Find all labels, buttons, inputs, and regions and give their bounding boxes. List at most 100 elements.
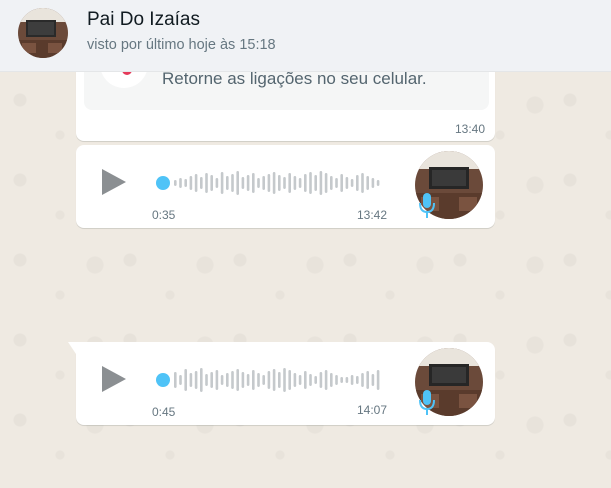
waveform-bar	[350, 375, 354, 385]
waveform-bar	[241, 177, 245, 189]
waveform-bar	[376, 370, 380, 390]
waveform-bar	[262, 176, 265, 190]
waveform-bar	[278, 175, 281, 191]
waveform-bar	[272, 369, 276, 391]
bubble-tail	[68, 342, 76, 354]
waveform-bar	[231, 174, 234, 192]
call-notice-text: Retorne as ligações no seu celular.	[162, 69, 427, 88]
audio-duration: 0:35	[152, 208, 176, 222]
waveform-bar	[340, 377, 343, 383]
waveform-bar	[356, 175, 359, 191]
waveform-bar	[210, 175, 213, 191]
waveform-bar	[309, 374, 312, 386]
waveform-bar	[350, 179, 354, 187]
voice-message-bubble[interactable]: 0:45 14:07	[68, 342, 495, 425]
waveform-bar	[257, 178, 260, 188]
waveform-bar	[283, 368, 286, 392]
play-icon[interactable]	[102, 169, 126, 195]
waveform-bar	[184, 179, 187, 187]
waveform-bar	[220, 172, 224, 194]
waveform-bar	[288, 370, 291, 390]
audio-duration: 0:45	[152, 405, 176, 419]
waveform-bar	[174, 180, 177, 186]
waveform-bar	[262, 375, 265, 385]
waveform-bar	[194, 174, 198, 192]
waveform-bar	[205, 173, 208, 193]
waveform-bar	[335, 178, 338, 188]
message-time: 13:42	[357, 208, 388, 222]
waveform-bar	[298, 178, 302, 188]
waveform-bar	[371, 374, 375, 386]
waveform-bar	[200, 368, 203, 392]
waveform-bar	[184, 369, 187, 391]
waveform-bar	[194, 371, 198, 389]
waveform-bar	[324, 173, 328, 193]
waveform-bar	[215, 370, 219, 390]
waveform-bar	[246, 175, 250, 191]
waveform-bar	[366, 176, 369, 190]
waveform-bar	[236, 369, 239, 391]
waveform-bar	[189, 373, 193, 387]
waveform-bar	[241, 372, 245, 388]
last-seen-status: visto por último hoje às 15:18	[87, 37, 276, 53]
waveform-bar	[314, 376, 317, 384]
waveform-bar	[330, 373, 333, 387]
audio-progress-handle[interactable]	[156, 373, 170, 387]
waveform[interactable]	[174, 167, 384, 199]
waveform-bar	[252, 370, 255, 390]
waveform-bar	[267, 174, 271, 192]
waveform-bar	[298, 375, 302, 385]
waveform-bar	[226, 373, 229, 387]
waveform-bar	[345, 377, 349, 383]
waveform-bar	[246, 374, 250, 386]
waveform-bar	[376, 180, 380, 186]
waveform-bar	[189, 176, 193, 190]
waveform-bar	[236, 171, 239, 195]
waveform-bar	[179, 178, 182, 188]
waveform-bar	[345, 177, 349, 189]
contact-name[interactable]: Pai Do Izaías	[87, 9, 200, 31]
waveform-bar	[293, 176, 297, 190]
waveform-bar	[272, 172, 276, 194]
waveform-bar	[361, 373, 364, 387]
waveform-bar	[335, 375, 338, 385]
waveform-bar	[371, 178, 375, 188]
waveform-bar	[252, 173, 255, 193]
waveform-bar	[215, 178, 219, 188]
waveform-bar	[267, 371, 271, 389]
chat-header[interactable]: Pai Do Izaías visto por último hoje às 1…	[0, 0, 611, 72]
waveform-bar	[314, 175, 317, 191]
waveform-bar	[231, 371, 234, 389]
waveform-bar	[319, 171, 323, 195]
waveform-bar	[304, 174, 307, 192]
message-time: 14:07	[357, 403, 388, 417]
waveform-bar	[179, 375, 182, 385]
waveform-bar	[309, 172, 312, 194]
waveform-bar	[330, 176, 333, 190]
waveform-bar	[210, 372, 213, 388]
waveform-bar	[366, 371, 369, 389]
waveform-bar	[283, 177, 286, 189]
avatar[interactable]	[18, 8, 68, 58]
mic-icon	[419, 193, 435, 218]
waveform[interactable]	[174, 364, 384, 396]
message-time: 13:40	[455, 122, 486, 136]
waveform-bar	[278, 372, 281, 388]
waveform-bar	[288, 173, 291, 193]
waveform-bar	[257, 373, 260, 387]
waveform-bar	[200, 177, 203, 189]
waveform-bar	[319, 372, 323, 388]
waveform-bar	[174, 372, 177, 388]
waveform-bar	[356, 376, 359, 384]
waveform-bar	[361, 173, 364, 193]
waveform-bar	[340, 174, 343, 192]
waveform-bar	[304, 371, 307, 389]
waveform-bar	[220, 375, 224, 385]
audio-progress-handle[interactable]	[156, 176, 170, 190]
voice-message-bubble[interactable]: 0:35 13:42	[76, 145, 495, 228]
waveform-bar	[293, 373, 297, 387]
contact-avatar-icon	[18, 8, 68, 58]
waveform-bar	[324, 370, 328, 390]
waveform-bar	[226, 176, 229, 190]
play-icon[interactable]	[102, 366, 126, 392]
